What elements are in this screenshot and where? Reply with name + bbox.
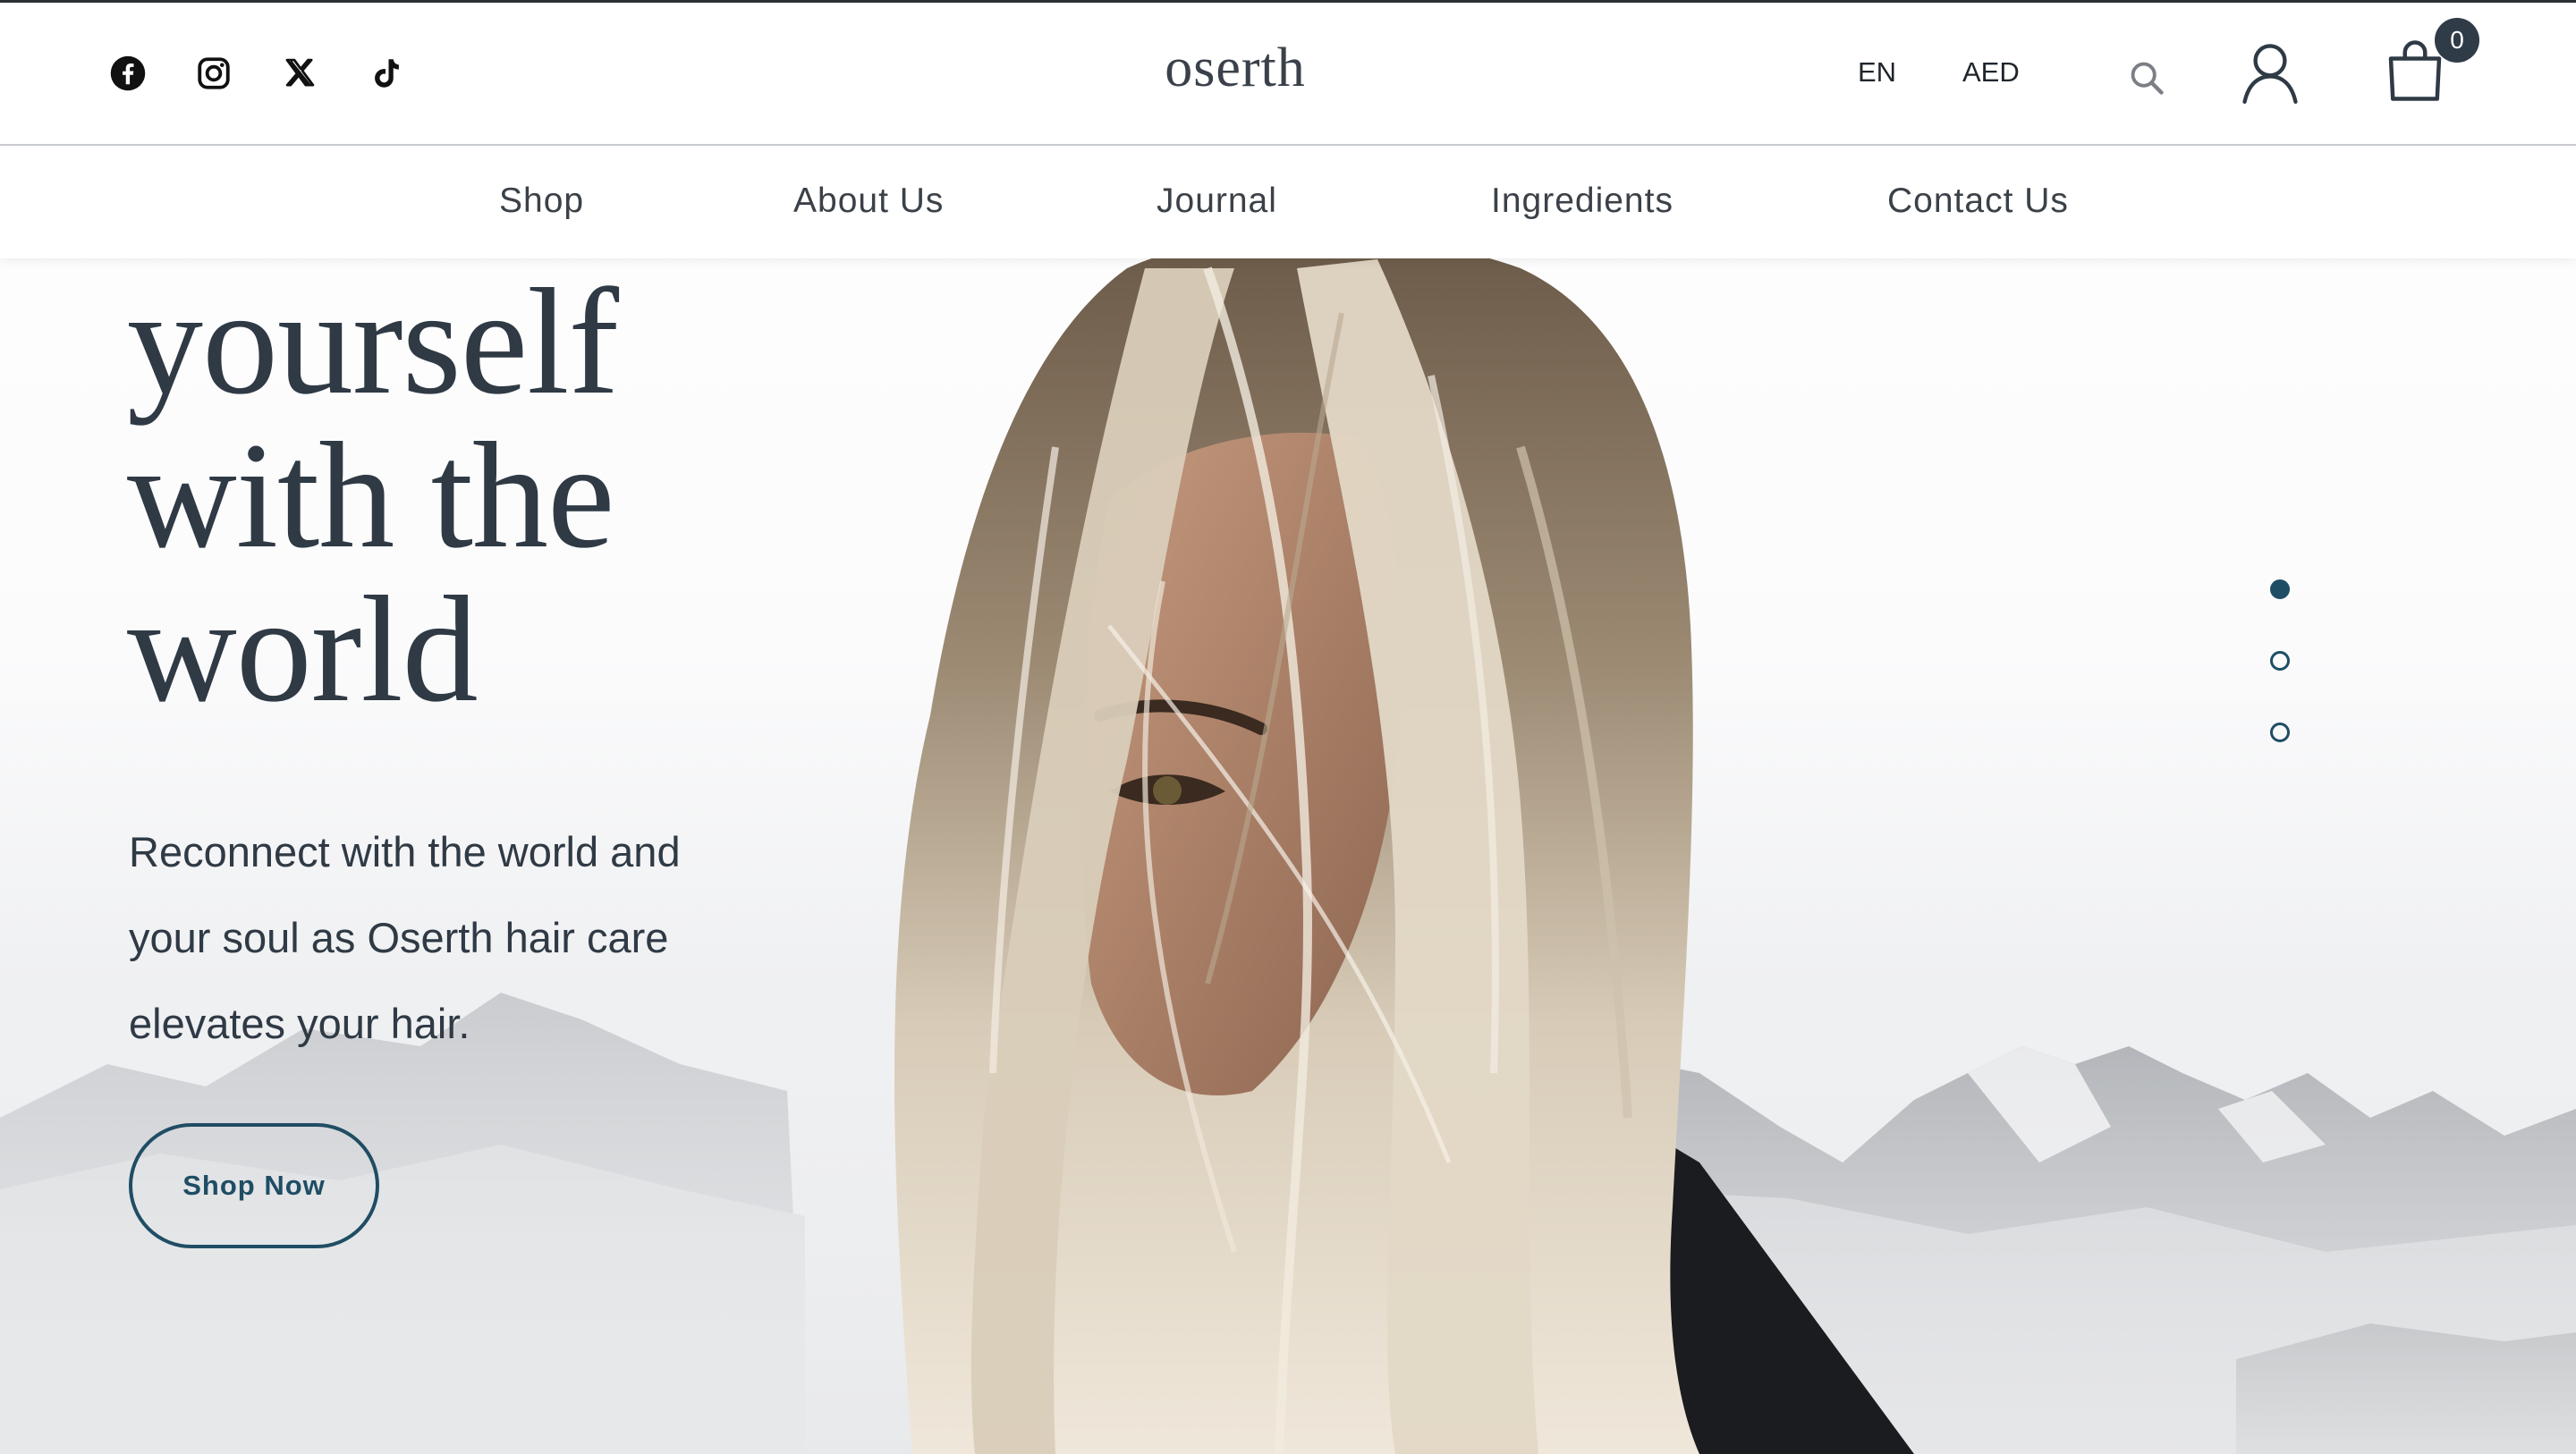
main-nav: Shop About Us Journal Ingredients Contac…: [0, 146, 2576, 258]
site-header: oserth EN AED: [0, 0, 2576, 146]
instagram-icon[interactable]: [191, 51, 236, 96]
nav-item-shop[interactable]: Shop: [499, 182, 584, 221]
headline-line: yourself: [127, 258, 619, 426]
headline-line: world: [127, 565, 479, 733]
page: oserth EN AED 0 Shop About Us Journal In…: [0, 0, 2576, 1454]
subtext-line: your soul as Oserth hair care: [129, 914, 669, 961]
slide-dot-3[interactable]: [2270, 723, 2290, 742]
x-twitter-icon[interactable]: [277, 51, 322, 96]
language-selector[interactable]: EN: [1858, 56, 1896, 89]
tiktok-icon[interactable]: [363, 51, 408, 96]
subtext-line: Reconnect with the world and: [129, 828, 681, 875]
nav-item-ingredients[interactable]: Ingredients: [1491, 182, 1674, 221]
facebook-icon[interactable]: [106, 51, 150, 96]
nav-item-contact-us[interactable]: Contact Us: [1887, 182, 2069, 221]
shop-now-button[interactable]: Shop Now: [129, 1123, 379, 1248]
site-logo[interactable]: oserth: [1154, 37, 1317, 100]
nav-item-journal[interactable]: Journal: [1157, 182, 1277, 221]
search-button[interactable]: [2122, 53, 2172, 103]
cart-count-badge: 0: [2435, 18, 2479, 63]
account-button[interactable]: [2238, 38, 2302, 106]
slide-dot-1[interactable]: [2270, 579, 2290, 599]
search-icon: [2131, 62, 2164, 95]
slide-indicator: [2270, 579, 2290, 794]
currency-selector[interactable]: AED: [1962, 56, 2020, 89]
headline-line: with the: [127, 411, 614, 579]
hero-headline: yourself with the world: [127, 265, 932, 726]
slide-dot-2[interactable]: [2270, 651, 2290, 671]
nav-item-about-us[interactable]: About Us: [793, 182, 944, 221]
user-icon: [2242, 44, 2298, 104]
subtext-line: elevates your hair.: [129, 1000, 470, 1047]
hero-subtext: Reconnect with the world and your soul a…: [129, 809, 809, 1067]
social-links: [106, 51, 408, 96]
